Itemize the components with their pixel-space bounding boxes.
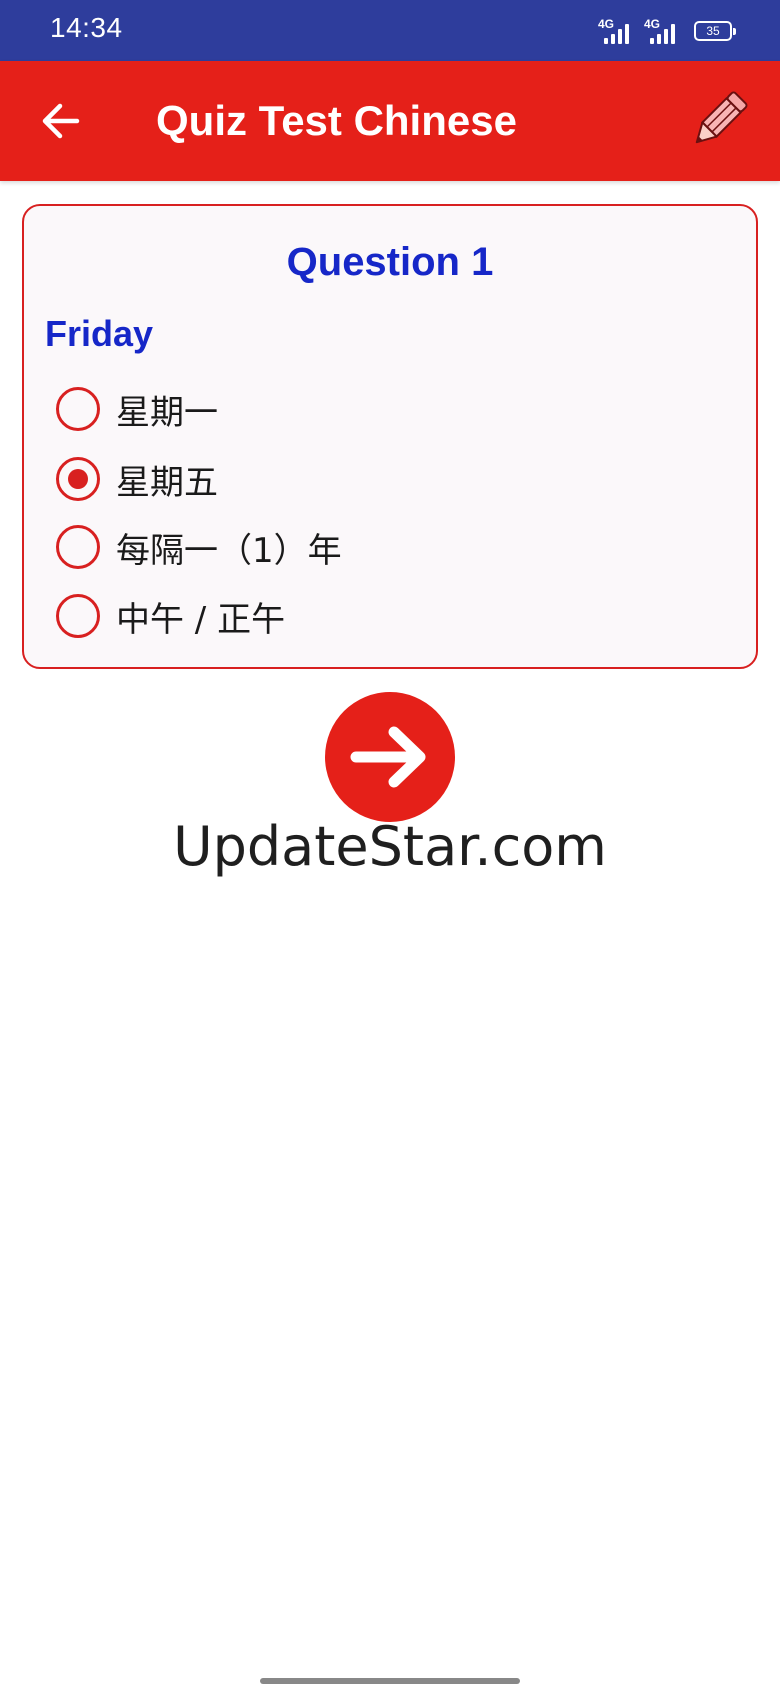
answer-option-label: 星期五 <box>116 462 218 503</box>
radio-button[interactable] <box>56 525 100 569</box>
watermark-text: UpdateStar.com <box>173 815 607 878</box>
arrow-left-icon <box>42 103 80 139</box>
radio-button[interactable] <box>56 387 100 431</box>
question-card: Question 1 Friday 星期一 星期五 每隔一（1）年 中午 / 正… <box>22 204 758 669</box>
status-icons: 4G 4G 35 <box>598 14 736 48</box>
battery-icon: 35 <box>694 21 736 41</box>
question-title: Question 1 <box>286 240 494 284</box>
next-button[interactable] <box>325 692 455 822</box>
answer-option[interactable]: 星期一 <box>56 381 218 437</box>
arrow-right-icon <box>350 726 426 788</box>
battery-level: 35 <box>706 24 720 38</box>
status-bar: 14:34 4G 4G 35 <box>0 0 780 61</box>
radio-button[interactable] <box>56 594 100 638</box>
signal-icon: 4G <box>598 16 634 46</box>
question-prompt: Friday <box>45 313 154 354</box>
answer-option-label: 星期一 <box>116 392 218 433</box>
app-bar: Quiz Test Chinese <box>0 61 780 181</box>
answer-option[interactable]: 星期五 <box>56 451 218 507</box>
answer-option-label: 每隔一（1）年 <box>116 530 342 571</box>
home-indicator[interactable] <box>260 1678 520 1684</box>
answer-option-label: 中午 / 正午 <box>116 599 286 640</box>
signal-icon: 4G <box>644 16 680 46</box>
pencil-icon <box>695 91 748 144</box>
back-button[interactable] <box>30 91 90 151</box>
status-time: 14:34 <box>50 12 123 43</box>
edit-button[interactable] <box>684 87 752 155</box>
answer-option[interactable]: 每隔一（1）年 <box>56 519 342 575</box>
radio-button[interactable] <box>56 457 100 501</box>
answer-option[interactable]: 中午 / 正午 <box>56 588 285 644</box>
app-title: Quiz Test Chinese <box>156 97 517 144</box>
